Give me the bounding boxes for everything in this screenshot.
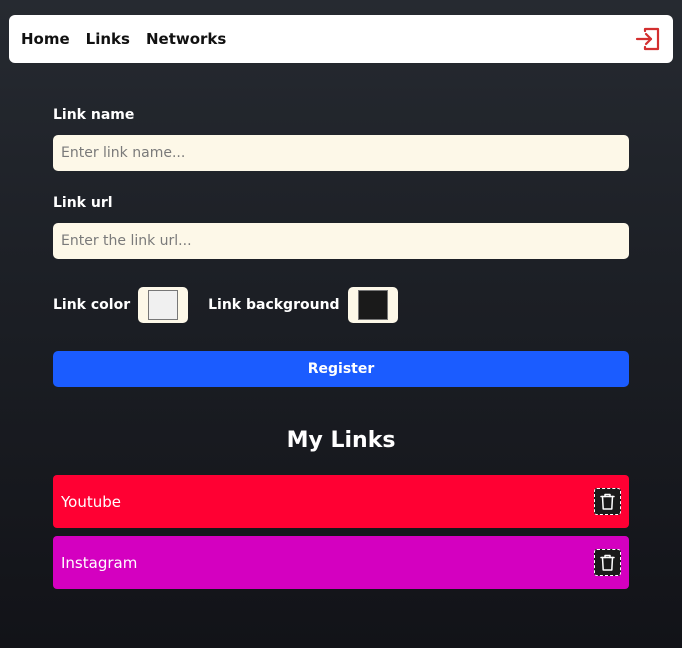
link-name-input[interactable] xyxy=(53,135,629,171)
nav-networks-link[interactable]: Networks xyxy=(146,30,226,48)
trash-icon[interactable] xyxy=(594,488,621,515)
link-color-swatch xyxy=(148,290,179,320)
link-item-label: Youtube xyxy=(61,492,121,511)
link-url-input[interactable] xyxy=(53,223,629,259)
logout-icon[interactable] xyxy=(635,26,661,52)
link-color-picker[interactable] xyxy=(138,287,189,323)
link-color-label: Link color xyxy=(53,297,131,313)
link-background-swatch xyxy=(357,290,388,320)
navbar: Home Links Networks xyxy=(9,15,673,63)
my-links-title: My Links xyxy=(286,428,396,453)
link-name-label: Link name xyxy=(53,107,135,123)
color-row: Link color Link background xyxy=(53,287,398,323)
register-button[interactable]: Register xyxy=(53,351,629,387)
link-background-picker[interactable] xyxy=(347,287,398,323)
link-item-label: Instagram xyxy=(61,553,138,572)
link-url-label: Link url xyxy=(53,195,113,211)
trash-icon[interactable] xyxy=(594,549,621,576)
link-background-label: Link background xyxy=(208,297,340,313)
link-item-instagram[interactable]: Instagram xyxy=(53,536,629,589)
nav-home-link[interactable]: Home xyxy=(21,30,70,48)
nav-links-link[interactable]: Links xyxy=(86,30,130,48)
link-item-youtube[interactable]: Youtube xyxy=(53,475,629,528)
